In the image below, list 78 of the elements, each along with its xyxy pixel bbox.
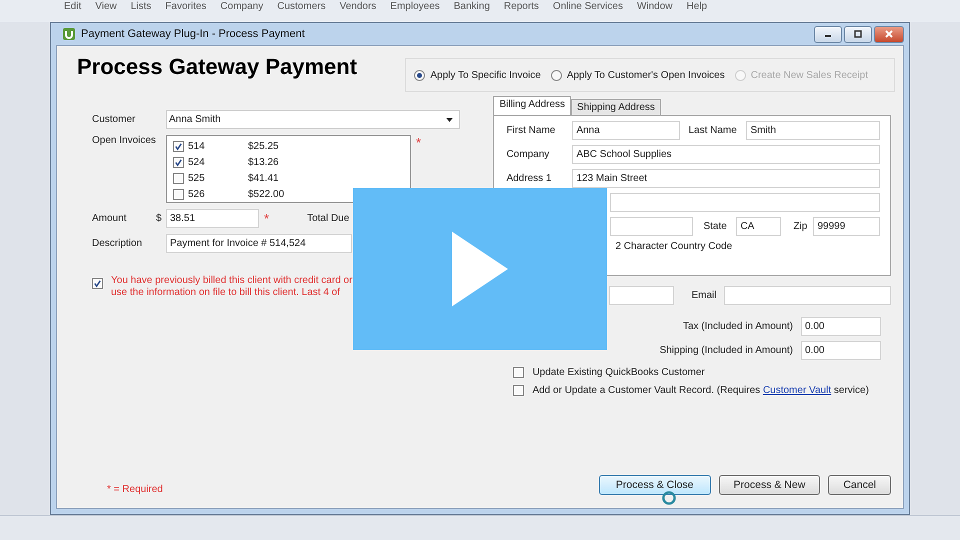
address-field[interactable]: 123 Main Street (572, 169, 880, 188)
field-label: Amount (92, 213, 128, 224)
dialog-heading: Process Gateway Payment (77, 54, 358, 80)
required-mark: * (264, 211, 270, 226)
close-button[interactable] (874, 26, 904, 42)
required-note: * = Required (107, 484, 163, 495)
menu-item[interactable]: Vendors (340, 1, 376, 12)
invoice-item[interactable]: 524 $13.26 (173, 154, 279, 170)
field-label: Open Invoices (92, 135, 157, 146)
minimize-button[interactable] (814, 26, 842, 42)
caret-icon (446, 118, 453, 122)
tab[interactable]: Shipping Address (571, 99, 661, 115)
menu-item[interactable]: Customers (277, 1, 326, 12)
menu-item[interactable]: Window (636, 1, 673, 12)
option-label: Update Existing QuickBooks Customer (532, 367, 705, 378)
dialog-button[interactable]: Cancel (828, 475, 891, 495)
required-mark: * (416, 135, 422, 150)
play-button[interactable] (353, 188, 607, 350)
zip-field[interactable]: 99999 (813, 217, 880, 236)
amount-field[interactable]: 38.51 (166, 209, 259, 228)
radio-option[interactable]: Apply To Specific Invoice (414, 70, 541, 80)
field-label: Total Due (307, 213, 350, 224)
radio-option[interactable]: Apply To Customer's Open Invoices (550, 70, 725, 80)
field-label: Email (691, 290, 718, 301)
last-name-field[interactable]: Smith (746, 121, 880, 140)
checkbox[interactable] (513, 367, 524, 378)
check-icon (93, 279, 102, 288)
dialog-button[interactable]: Process & Close (598, 475, 711, 495)
phone-field[interactable] (609, 286, 674, 305)
busy-cursor-icon (661, 490, 677, 506)
description-field[interactable]: Payment for Invoice # 514,524 (166, 234, 352, 253)
customer-dropdown[interactable]: Anna Smith (166, 110, 460, 129)
tax-field[interactable]: 0.00 (801, 317, 881, 336)
field-label: Description (92, 238, 144, 249)
email-field[interactable] (724, 286, 891, 305)
field-label: State (703, 221, 728, 232)
shipping-field[interactable]: 0.00 (801, 341, 881, 360)
currency-symbol: $ (156, 213, 163, 224)
field-label: Tax (Included in Amount) (682, 321, 793, 332)
city-field[interactable] (610, 217, 694, 236)
window-title: Payment Gateway Plug-In - Process Payment (81, 28, 305, 40)
close-icon (884, 30, 894, 38)
customer-vault-link[interactable]: Customer Vault (762, 385, 832, 396)
field-label: Customer (92, 114, 136, 125)
address-field[interactable] (610, 193, 880, 212)
menu-item[interactable]: Employees (390, 1, 440, 12)
checkbox[interactable] (92, 278, 103, 289)
invoice-item[interactable]: 525 $41.41 (173, 170, 279, 186)
dialog-button[interactable]: Process & New (718, 475, 820, 495)
field-label: Zip (793, 221, 808, 232)
field-label: Shipping (Included in Amount) (660, 345, 793, 356)
menu-item[interactable]: Edit (64, 1, 82, 12)
menu-item[interactable]: Banking (454, 1, 490, 12)
menu-item[interactable]: Online Services (552, 1, 623, 12)
menu-item[interactable]: Favorites (165, 1, 206, 12)
company-field[interactable]: ABC School Supplies (572, 145, 880, 164)
invoice-item[interactable]: 514 $25.25 (173, 138, 279, 154)
invoice-item[interactable]: 526 $522.00 (173, 186, 284, 202)
field-label: First Name (506, 125, 556, 136)
tab[interactable]: Billing Address (493, 96, 572, 115)
first-name-field[interactable]: Anna (572, 121, 680, 140)
state-field[interactable]: CA (736, 217, 782, 236)
play-icon (452, 230, 508, 308)
maximize-button[interactable] (844, 26, 872, 42)
field-label: Last Name (688, 125, 738, 136)
country-hint: 2 Character Country Code (615, 241, 732, 252)
checkbox[interactable] (513, 385, 524, 396)
menu-item[interactable]: Help (686, 1, 708, 12)
menu-item[interactable]: View (95, 1, 117, 12)
maximize-icon (853, 30, 863, 38)
app-icon (62, 27, 76, 41)
field-label: Address 1 (506, 173, 552, 184)
menu-item[interactable]: Company (220, 1, 264, 12)
menu-item[interactable]: Lists (130, 1, 152, 12)
menu-item[interactable]: Reports (504, 1, 539, 12)
notice-text: You have previously billed this client with credit card or use the information on file to bill this client. Last 4 of (111, 275, 352, 299)
option-label: Add or Update a Customer Vault Record. (Requires Customer Vault service) (532, 385, 869, 396)
field-label: Company (506, 149, 550, 160)
